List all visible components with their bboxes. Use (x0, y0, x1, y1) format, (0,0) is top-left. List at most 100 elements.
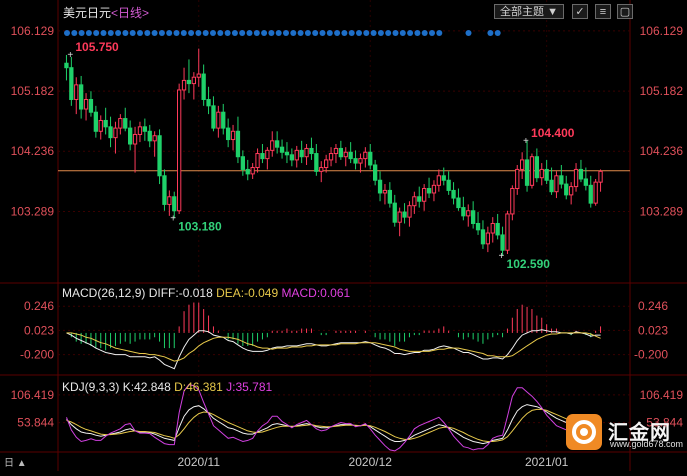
signal-dot (392, 30, 399, 36)
candle-body (441, 175, 446, 181)
date-label: 2020/11 (178, 455, 221, 469)
candle-body (451, 189, 456, 199)
signal-dot (195, 30, 202, 36)
signal-dot (356, 30, 362, 36)
candle-body (436, 175, 442, 186)
candle-body (363, 151, 368, 160)
candle-body (573, 168, 579, 188)
candle-body (598, 170, 603, 183)
candle-body (196, 73, 201, 78)
date-label: 2020/12 (349, 455, 393, 469)
candle-body (368, 151, 373, 166)
candle-body (123, 118, 128, 129)
extreme-marker: + (499, 251, 505, 262)
candle-body (343, 151, 348, 158)
logo-mark-svg (572, 420, 596, 444)
check-icon: ✓ (575, 6, 585, 18)
candle-body (569, 186, 574, 196)
candle-body (520, 159, 525, 170)
candle-body (500, 234, 505, 251)
instrument-name: 美元日元 (63, 6, 112, 20)
candle-body (137, 126, 143, 135)
candle-body (495, 222, 500, 236)
macd-value: MACD:0.061 (281, 286, 351, 300)
signal-dot (297, 30, 304, 36)
candle-body (422, 188, 427, 202)
candle-body (128, 127, 133, 145)
candle-body (69, 67, 74, 100)
candle-body (588, 184, 593, 204)
signal-dot (246, 30, 253, 36)
candle-body (270, 140, 275, 151)
signal-dot (217, 30, 224, 36)
candle-body (83, 98, 89, 110)
macd-tick-right: 0.023 (638, 323, 668, 337)
macd-legend: MACD(26,12,9) DIFF:-0.018 DEA:-0.049 MAC… (62, 286, 350, 300)
diff-line (66, 329, 601, 370)
signal-dot (137, 30, 143, 36)
extreme-marker: + (170, 213, 176, 224)
candle-body (539, 168, 544, 179)
menu-icon: ≡ (599, 6, 607, 18)
theme-select[interactable]: 全部主题 ▼ (494, 4, 564, 19)
signal-dot (71, 30, 78, 36)
logo: 汇金网 www.gold678.com (566, 414, 683, 450)
macd-tick-left: 0.023 (24, 323, 54, 337)
check-button[interactable]: ✓ (572, 4, 588, 19)
candle-body (593, 181, 598, 204)
signal-dot (494, 30, 501, 36)
axis-layer: 106.129 106.129 105.182 105.182 104.236 104.2… (11, 24, 684, 469)
signal-dot (231, 30, 238, 36)
candle-body (554, 175, 559, 193)
candle-body (353, 158, 358, 164)
signal-dot (158, 30, 165, 36)
candle-body (583, 178, 589, 186)
candle-body (431, 184, 437, 194)
candle-body (559, 175, 564, 185)
period-label[interactable]: <日线> (111, 6, 149, 20)
candle-body (319, 167, 324, 172)
candle-body (221, 111, 226, 129)
candle-body (348, 151, 353, 160)
extreme-label: 104.400 (531, 126, 575, 140)
window-button[interactable]: ▢ (617, 4, 633, 19)
candle-body (549, 179, 554, 193)
signal-dot (385, 30, 392, 36)
candle-body (544, 168, 549, 181)
signal-dot (107, 30, 114, 36)
chart-canvas[interactable]: +105.750+103.180+104.400+102.590 106.129… (0, 0, 687, 471)
candle-body (515, 168, 520, 190)
kdj-tick-right: 106.419 (640, 388, 684, 402)
candle-body (382, 189, 388, 194)
signal-dot (78, 30, 85, 36)
candle-body (333, 147, 339, 155)
signal-dot (275, 30, 282, 36)
candle-body (230, 130, 236, 141)
candle-body (79, 84, 84, 110)
macd-tick-right: -0.200 (634, 348, 668, 362)
signal-dot (144, 30, 151, 36)
candle-body (240, 156, 245, 170)
k-line (66, 404, 601, 445)
candle-body (402, 211, 407, 218)
signal-dot (326, 30, 333, 36)
signal-dot (166, 30, 173, 36)
price-tick-right: 103.289 (640, 204, 684, 218)
candle-body (172, 196, 177, 212)
signal-dot (268, 30, 275, 36)
kdj-tick-left: 106.419 (11, 388, 55, 402)
signal-dot (100, 30, 107, 36)
grid-layer (0, 0, 687, 471)
menu-button[interactable]: ≡ (595, 4, 611, 19)
candle-body (304, 147, 309, 158)
macd-tick-left: -0.200 (20, 348, 54, 362)
price-tick-left: 103.289 (11, 204, 55, 218)
signal-dot (341, 30, 348, 36)
signal-dot (188, 30, 195, 36)
candle-body (471, 210, 476, 224)
candle-body (201, 73, 206, 100)
candle-body (529, 156, 535, 186)
signal-dot (363, 30, 370, 36)
candle-body (358, 158, 363, 164)
candle-body (235, 130, 241, 158)
